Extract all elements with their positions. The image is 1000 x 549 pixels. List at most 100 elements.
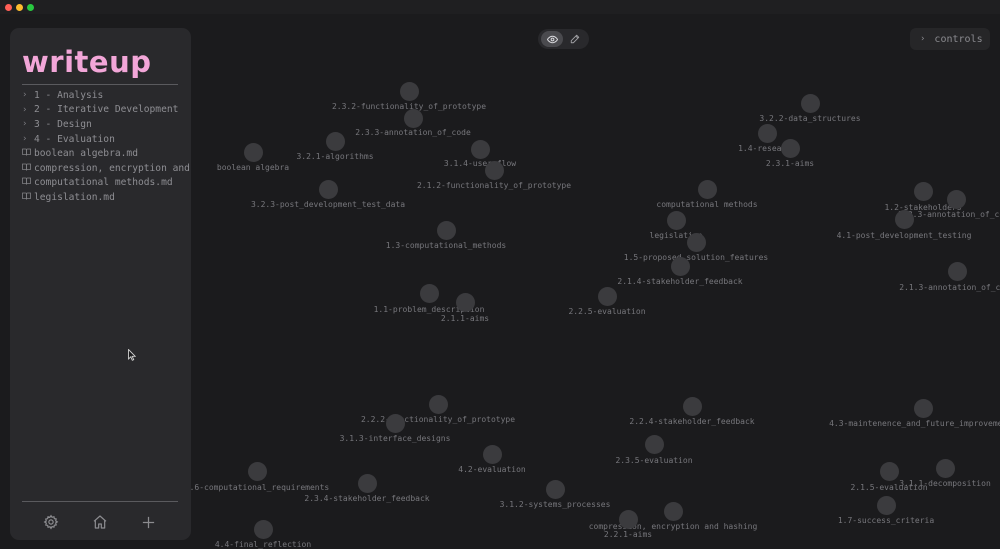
graph-node[interactable] <box>428 394 448 414</box>
app-logo: writeup <box>22 45 152 79</box>
graph-node[interactable] <box>436 220 456 240</box>
sidebar-item-label: boolean algebra.md <box>34 148 138 160</box>
sidebar-item-label: 1 - Analysis <box>34 89 104 101</box>
divider <box>22 84 178 85</box>
graph-node[interactable] <box>644 434 664 454</box>
controls-label: controls <box>934 33 983 45</box>
pencil-icon <box>570 34 580 44</box>
graph-node[interactable] <box>894 209 914 229</box>
sidebar-item[interactable]: computational methods.md <box>22 176 191 191</box>
graph-node[interactable] <box>455 292 475 312</box>
graph-node[interactable] <box>876 495 896 515</box>
graph-node[interactable] <box>682 396 702 416</box>
book-icon <box>22 177 34 188</box>
graph-node[interactable] <box>253 519 273 539</box>
graph-node-label: 1.7-success_criteria <box>837 516 935 525</box>
graph-node[interactable] <box>686 232 706 252</box>
book-icon <box>22 148 34 159</box>
graph-node[interactable] <box>482 444 502 464</box>
graph-node[interactable] <box>545 479 565 499</box>
new-note-button[interactable] <box>138 512 158 532</box>
plus-icon <box>142 516 154 528</box>
graph-node[interactable] <box>935 458 955 478</box>
graph-node[interactable] <box>913 398 933 418</box>
graph-node-label: 2.1.4-stakeholder_feedback <box>617 277 743 286</box>
graph-node-label: 3.2.2-data_structures <box>759 114 861 123</box>
graph-node-label: 2.3.3-annotation_of_code <box>355 128 471 137</box>
graph-node[interactable] <box>597 286 617 306</box>
graph-node[interactable] <box>419 283 439 303</box>
chevron-right-icon: › <box>22 134 28 145</box>
chevron-right-icon: › <box>22 104 28 115</box>
graph-node-label: 2.2.1-aims <box>603 530 653 539</box>
graph-node-label: 3.1.2-systems_processes <box>499 500 611 509</box>
graph-node-label: 2.1.3-annotation_of_code <box>899 283 1000 292</box>
sidebar-item[interactable]: › 1 - Analysis <box>22 88 191 103</box>
graph-node-label: 2.2.4-stakeholder_feedback <box>629 417 755 426</box>
preview-mode-button[interactable] <box>541 31 563 47</box>
graph-node-label: 4.4-final_reflection <box>214 540 312 549</box>
chevron-right-icon: › <box>22 90 28 101</box>
graph-node[interactable] <box>243 142 263 162</box>
controls-toggle[interactable]: › controls <box>910 28 990 50</box>
eye-icon <box>546 35 558 43</box>
settings-button[interactable] <box>41 512 61 532</box>
sidebar-item[interactable]: legislation.md <box>22 190 191 205</box>
sidebar-item[interactable]: compression, encryption and <box>22 161 191 176</box>
sidebar: writeup › 1 - Analysis › 2 - Iterative Deve… <box>10 28 191 540</box>
graph-node[interactable] <box>325 131 345 151</box>
sidebar-item-label: computational methods.md <box>34 177 173 189</box>
graph-node-label: 3.1.3-interface_designs <box>339 434 451 443</box>
sidebar-item[interactable]: boolean algebra.md <box>22 146 191 161</box>
edit-mode-button[interactable] <box>564 31 586 47</box>
graph-node[interactable] <box>470 139 490 159</box>
graph-node[interactable] <box>399 81 419 101</box>
graph-node[interactable] <box>946 189 966 209</box>
sidebar-item-label: 4 - Evaluation <box>34 133 115 145</box>
graph-node[interactable] <box>318 179 338 199</box>
chevron-right-icon: › <box>22 119 28 130</box>
sidebar-item[interactable]: › 4 - Evaluation <box>22 132 191 147</box>
chevron-right-icon: › <box>920 34 926 44</box>
file-tree: › 1 - Analysis › 2 - Iterative Development ›… <box>22 88 191 205</box>
graph-node[interactable] <box>385 413 405 433</box>
graph-node[interactable] <box>879 461 899 481</box>
sidebar-item-label: 2 - Iterative Development <box>34 104 179 116</box>
graph-node[interactable] <box>247 461 267 481</box>
view-mode-toggle <box>538 29 589 49</box>
graph-node-label: 4.3-maintenence_and_future_improvements <box>829 419 1000 428</box>
graph-node[interactable] <box>663 501 683 521</box>
book-icon <box>22 192 34 203</box>
mouse-pointer-icon <box>128 346 137 365</box>
home-button[interactable] <box>90 512 110 532</box>
graph-node-label: 3.1.4-user_flow <box>443 159 517 168</box>
graph-node-label: 2.1.1-aims <box>440 314 490 323</box>
graph-node-label: 3.1.1-decomposition <box>899 479 991 488</box>
sidebar-item[interactable]: › 3 - Design <box>22 117 191 132</box>
graph-node-label: 2.3.1-aims <box>765 159 815 168</box>
graph-node[interactable] <box>913 181 933 201</box>
graph-node-label: 3.2.1-algorithms <box>296 152 374 161</box>
graph-node[interactable] <box>780 138 800 158</box>
graph-node-label: 1.5-proposed_solution_features <box>623 253 769 262</box>
graph-node[interactable] <box>357 473 377 493</box>
graph-node[interactable] <box>757 123 777 143</box>
graph-node-label: 4.2-evaluation <box>458 465 526 474</box>
graph-node[interactable] <box>670 256 690 276</box>
graph-node[interactable] <box>947 261 967 281</box>
graph-node-label: boolean algebra <box>216 163 290 172</box>
graph-node[interactable] <box>484 160 504 180</box>
divider <box>22 501 178 502</box>
sidebar-item-label: legislation.md <box>34 191 115 203</box>
graph-node-label: 2.1.2-functionality_of_prototype <box>416 181 572 190</box>
graph-node[interactable] <box>697 179 717 199</box>
graph-node[interactable] <box>403 108 423 128</box>
graph-node-label: computational methods <box>656 200 758 209</box>
graph-node[interactable] <box>666 210 686 230</box>
graph-node-label: 1.3-computational_methods <box>385 241 507 250</box>
graph-node-label: 3.2.3-post_development_test_data <box>250 200 406 209</box>
sidebar-item[interactable]: › 2 - Iterative Development <box>22 103 191 118</box>
graph-node[interactable] <box>618 509 638 529</box>
graph-node-label: 2.2.5-evaluation <box>568 307 646 316</box>
graph-node[interactable] <box>800 93 820 113</box>
